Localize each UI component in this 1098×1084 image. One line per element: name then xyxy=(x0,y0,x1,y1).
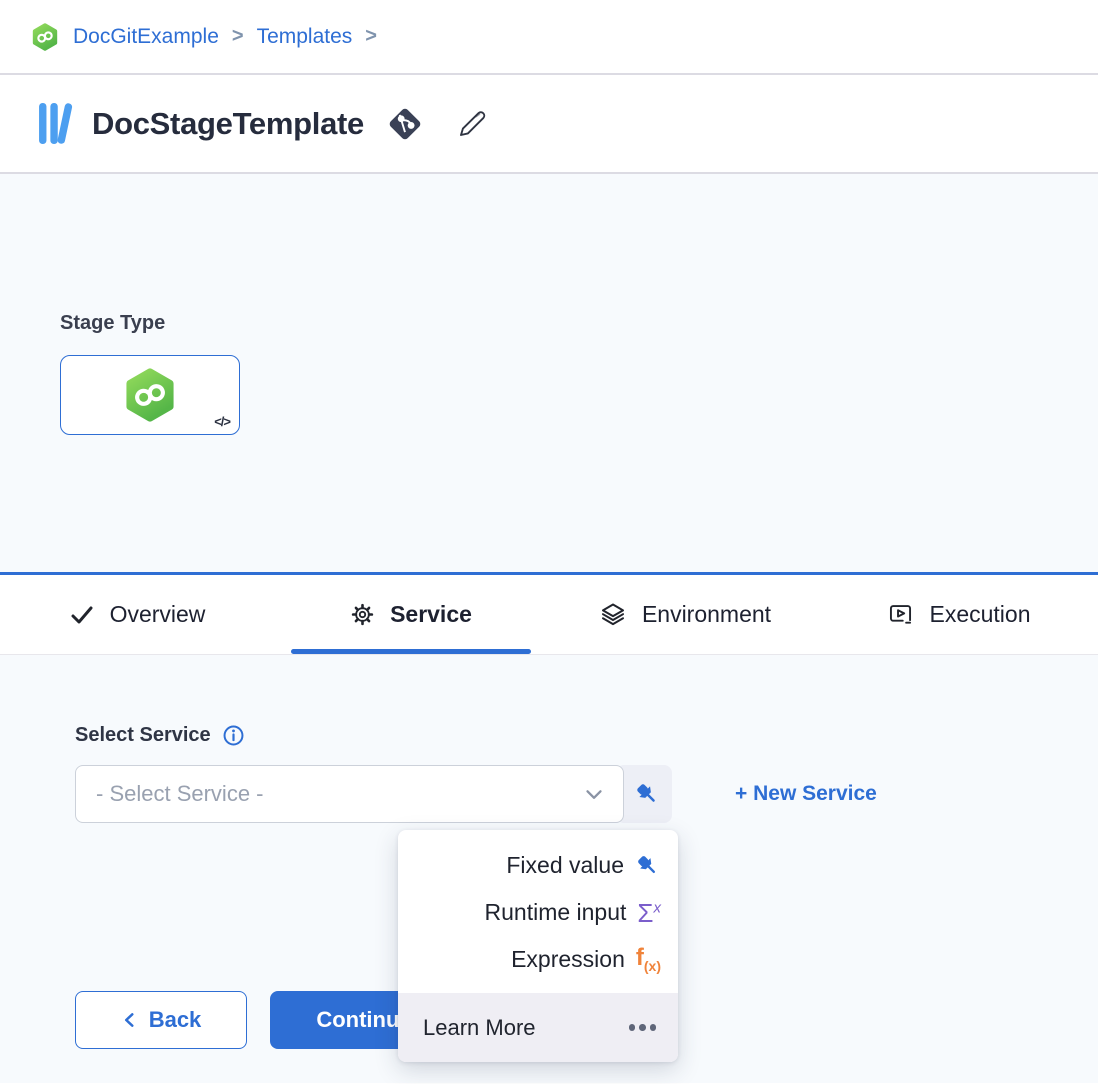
edit-title-icon[interactable] xyxy=(454,106,490,142)
menu-item-label: Fixed value xyxy=(506,852,624,879)
breadcrumb-project-link[interactable]: DocGitExample xyxy=(73,25,219,49)
value-type-popover: Fixed value Runtime input Σx Expressi xyxy=(398,830,678,1062)
value-type-options: Fixed value Runtime input Σx Expressi xyxy=(398,830,678,993)
learn-more-row[interactable]: Learn More xyxy=(398,993,678,1062)
menu-item-fixed-value[interactable]: Fixed value xyxy=(398,842,678,889)
back-button[interactable]: Back xyxy=(75,991,247,1049)
git-sync-icon xyxy=(384,103,426,145)
tab-environment[interactable]: Environment xyxy=(548,575,822,654)
tab-label: Execution xyxy=(929,601,1030,628)
select-service-row: - Select Service - + New Service xyxy=(75,765,877,823)
layers-icon xyxy=(599,601,627,629)
pin-icon xyxy=(634,781,661,808)
fx-icon: f(x) xyxy=(636,946,661,973)
check-icon xyxy=(69,602,95,628)
pin-icon xyxy=(635,853,661,879)
chevron-down-icon xyxy=(581,781,607,807)
page-title: DocStageTemplate xyxy=(92,106,364,142)
tab-label: Overview xyxy=(110,601,206,628)
select-service-placeholder: - Select Service - xyxy=(96,781,264,807)
tab-execution[interactable]: Execution xyxy=(822,575,1096,654)
learn-more-label: Learn More xyxy=(423,1015,536,1041)
breadcrumb: DocGitExample > Templates > xyxy=(0,0,1098,75)
tab-overview[interactable]: Overview xyxy=(0,575,274,654)
harness-cd-hexagon-icon xyxy=(30,22,60,52)
breadcrumb-separator: > xyxy=(232,25,244,48)
tab-label: Environment xyxy=(642,601,771,628)
stage-type-section: Stage Type </> xyxy=(0,174,1098,572)
select-service-label: Select Service xyxy=(75,724,211,747)
chevron-left-icon xyxy=(121,1011,139,1029)
service-tab-panel: Select Service - Select Service - xyxy=(0,655,1098,1083)
input-type-pin-button[interactable] xyxy=(616,765,672,823)
stage-tabs: Overview Service Env xyxy=(0,575,1098,655)
menu-item-expression[interactable]: Expression f(x) xyxy=(398,936,678,983)
harness-cd-hexagon-icon xyxy=(121,366,179,424)
stage-type-card-deploy[interactable]: </> xyxy=(60,355,240,435)
tab-service[interactable]: Service xyxy=(274,575,548,654)
menu-item-label: Runtime input xyxy=(485,899,627,926)
tab-label: Service xyxy=(390,601,472,628)
template-library-icon xyxy=(37,100,74,147)
info-icon[interactable] xyxy=(221,723,246,748)
ellipsis-icon xyxy=(629,1024,657,1031)
menu-item-runtime-input[interactable]: Runtime input Σx xyxy=(398,889,678,936)
gear-icon xyxy=(350,602,375,627)
active-tab-underline xyxy=(291,649,531,654)
breadcrumb-separator: > xyxy=(365,25,377,48)
back-button-label: Back xyxy=(149,1007,202,1033)
select-service-label-row: Select Service xyxy=(75,723,246,748)
play-box-icon xyxy=(887,601,914,628)
template-header: DocStageTemplate xyxy=(0,75,1098,174)
stage-type-label: Stage Type xyxy=(60,312,1098,335)
menu-item-label: Expression xyxy=(511,946,625,973)
sigma-icon: Σx xyxy=(637,900,661,926)
code-icon: </> xyxy=(214,414,230,429)
breadcrumb-templates-link[interactable]: Templates xyxy=(257,25,353,49)
select-service-dropdown[interactable]: - Select Service - xyxy=(75,765,624,823)
new-service-link[interactable]: + New Service xyxy=(735,782,877,806)
